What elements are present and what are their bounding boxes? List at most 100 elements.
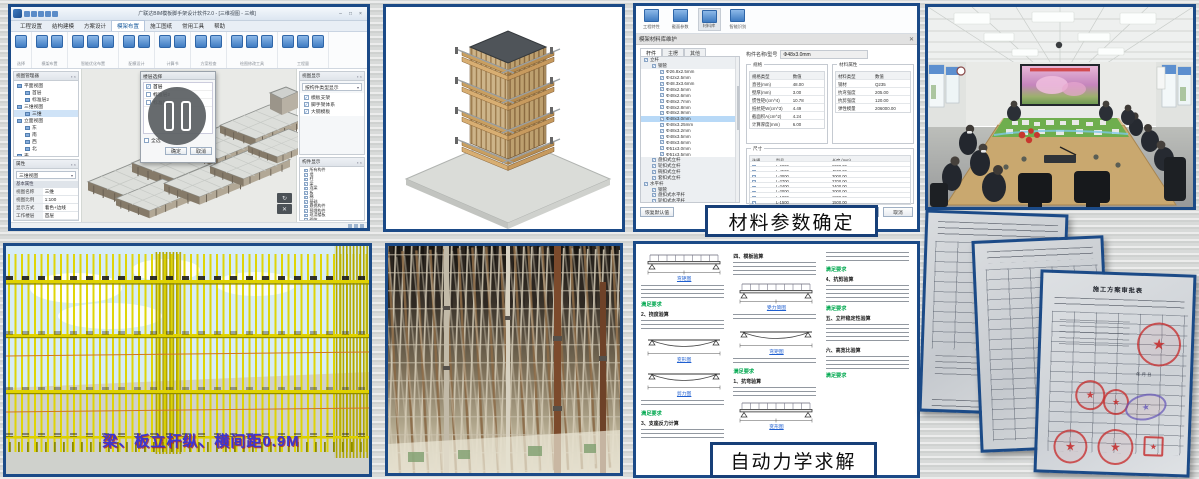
checkbox-icon[interactable] bbox=[652, 188, 656, 192]
checkbox-icon[interactable] bbox=[660, 117, 664, 121]
checkbox-icon[interactable] bbox=[660, 135, 664, 139]
spec-row[interactable]: 壁厚(mm) 3.00 bbox=[750, 88, 824, 96]
ribbon-tool-icon[interactable] bbox=[123, 35, 135, 48]
checkbox-icon[interactable] bbox=[304, 187, 308, 191]
checkbox-icon[interactable] bbox=[304, 173, 308, 177]
property-row[interactable]: 工作楼层 首层 bbox=[14, 212, 78, 220]
material-prop-row[interactable]: 钢材 Q235 bbox=[836, 80, 910, 88]
material-tree-item[interactable]: 轮扣式水平杆 bbox=[641, 198, 739, 203]
checkbox-icon[interactable] bbox=[660, 93, 664, 97]
toolbar-tool[interactable]: 工程特性 bbox=[640, 8, 663, 31]
checkbox-icon[interactable] bbox=[304, 182, 308, 186]
quick-access-icon[interactable] bbox=[24, 11, 30, 17]
view-tree-item[interactable]: 西 bbox=[14, 138, 78, 145]
checkbox-icon[interactable] bbox=[660, 76, 664, 80]
size-row[interactable]: L-1500 1500.00 bbox=[750, 198, 910, 203]
view-tree-item[interactable]: 北 bbox=[14, 145, 78, 152]
toolbar-tool[interactable]: 截面参数 bbox=[669, 8, 692, 31]
display-tree-item[interactable]: 模板支架 bbox=[300, 94, 364, 101]
ribbon-tab[interactable]: 常用工具 bbox=[177, 21, 209, 31]
checkbox-icon[interactable] bbox=[304, 178, 308, 182]
checkbox-icon[interactable] bbox=[652, 193, 656, 197]
checkbox-icon[interactable] bbox=[304, 102, 309, 107]
ribbon-tool-icon[interactable] bbox=[297, 35, 309, 48]
pin-icon[interactable]: ▪ × bbox=[357, 74, 362, 79]
view-tree-item[interactable]: 南 bbox=[14, 131, 78, 138]
checkbox-icon[interactable] bbox=[660, 146, 664, 150]
checkbox-icon[interactable] bbox=[752, 165, 756, 166]
cancel-button[interactable]: 取消 bbox=[190, 147, 212, 155]
view-tree-item[interactable]: 首层 bbox=[14, 89, 78, 96]
material-prop-row[interactable]: 抗剪强度 120.00 bbox=[836, 96, 910, 104]
pin-icon[interactable]: ▪ × bbox=[71, 162, 76, 167]
toolbar-tool[interactable]: 智能识别 bbox=[727, 8, 750, 31]
checkbox-icon[interactable] bbox=[752, 191, 756, 192]
window-control-button[interactable]: □ bbox=[346, 10, 355, 18]
ribbon-tool-icon[interactable] bbox=[159, 35, 171, 48]
component-name-field[interactable]: Φ48x3.0mm bbox=[780, 50, 868, 59]
spec-row[interactable]: 惯性矩I(cm^4) 10.78 bbox=[750, 96, 824, 104]
spec-row[interactable]: 截面积A(cm^2) 4.24 bbox=[750, 112, 824, 120]
view-tree-item[interactable]: 标准层2 bbox=[14, 96, 78, 103]
checkbox-icon[interactable] bbox=[304, 214, 308, 218]
diagram-link[interactable]: 弯矩图 bbox=[733, 348, 819, 355]
checkbox-icon[interactable] bbox=[752, 196, 756, 197]
checkbox-icon[interactable] bbox=[660, 70, 664, 74]
checkbox-icon[interactable] bbox=[660, 111, 664, 115]
checkbox-icon[interactable] bbox=[652, 64, 656, 68]
checkbox-icon[interactable] bbox=[652, 158, 656, 162]
checkbox-icon[interactable] bbox=[304, 218, 308, 220]
close-icon[interactable]: ✕ bbox=[277, 204, 292, 214]
diagram-link[interactable]: 变形图 bbox=[733, 423, 819, 430]
view-tree-item[interactable]: 表 bbox=[14, 152, 78, 157]
status-icon[interactable] bbox=[348, 224, 352, 228]
status-icon[interactable] bbox=[354, 224, 358, 228]
ok-button[interactable]: 确定 bbox=[165, 147, 187, 155]
view-tree-item[interactable]: 东 bbox=[14, 124, 78, 131]
checkbox-icon[interactable] bbox=[660, 87, 664, 91]
pin-icon[interactable]: ▪ × bbox=[71, 74, 76, 79]
pin-icon[interactable]: ▪ × bbox=[357, 160, 362, 165]
display-mode-select[interactable]: 按构件类型显示 bbox=[302, 83, 362, 91]
checkbox-icon[interactable] bbox=[304, 169, 308, 173]
ribbon-tab[interactable]: 方案设计 bbox=[79, 21, 111, 31]
checkbox-icon[interactable] bbox=[304, 196, 308, 200]
ribbon-tool-icon[interactable] bbox=[174, 35, 186, 48]
checkbox-icon[interactable] bbox=[652, 176, 656, 180]
ribbon-tab[interactable]: 帮助 bbox=[209, 21, 230, 31]
cancel-button[interactable]: 取消 bbox=[883, 207, 913, 217]
checkbox-icon[interactable] bbox=[644, 58, 648, 62]
checkbox-icon[interactable] bbox=[304, 205, 308, 209]
ribbon-tool-icon[interactable] bbox=[72, 35, 84, 48]
toolbar-tool[interactable]: 材料库 bbox=[698, 8, 721, 31]
model-canvas[interactable]: 楼层选择 首层 标准层2 bbox=[81, 69, 297, 222]
checkbox-icon[interactable] bbox=[660, 140, 664, 144]
ribbon-tool-icon[interactable] bbox=[282, 35, 294, 48]
spec-row[interactable]: 抵抗矩W(cm^3) 4.49 bbox=[750, 104, 824, 112]
ribbon-tool-icon[interactable] bbox=[138, 35, 150, 48]
window-control-button[interactable]: – bbox=[336, 10, 345, 18]
material-prop-row[interactable]: 抗弯强度 205.00 bbox=[836, 88, 910, 96]
ribbon-tool-icon[interactable] bbox=[246, 35, 258, 48]
property-row[interactable]: 显示方式 着色+边线 bbox=[14, 204, 78, 212]
ribbon-tool-icon[interactable] bbox=[51, 35, 63, 48]
quick-access-icon[interactable] bbox=[38, 11, 44, 17]
material-prop-row[interactable]: 弹性模量 206000.00 bbox=[836, 104, 910, 112]
checkbox-icon[interactable] bbox=[752, 201, 756, 203]
video-pause-overlay[interactable] bbox=[148, 87, 206, 145]
checkbox-icon[interactable] bbox=[146, 92, 151, 97]
ribbon-tool-icon[interactable] bbox=[87, 35, 99, 48]
checkbox-icon[interactable] bbox=[146, 84, 151, 89]
checkbox-icon[interactable] bbox=[660, 123, 664, 127]
ribbon-tool-icon[interactable] bbox=[312, 35, 324, 48]
checkbox-icon[interactable] bbox=[644, 182, 648, 186]
status-icon[interactable] bbox=[360, 224, 364, 228]
ribbon-tool-icon[interactable] bbox=[36, 35, 48, 48]
diagram-link[interactable]: 剪力图 bbox=[641, 390, 727, 397]
checkbox-icon[interactable] bbox=[652, 164, 656, 168]
property-row[interactable]: 视图名称 三维 bbox=[14, 188, 78, 196]
view-tree-item[interactable]: 平面视图 bbox=[14, 82, 78, 89]
orbit-icon[interactable]: ↻ bbox=[277, 193, 292, 203]
quick-access-icon[interactable] bbox=[31, 11, 37, 17]
property-row[interactable]: 视图比例 1:100 bbox=[14, 196, 78, 204]
